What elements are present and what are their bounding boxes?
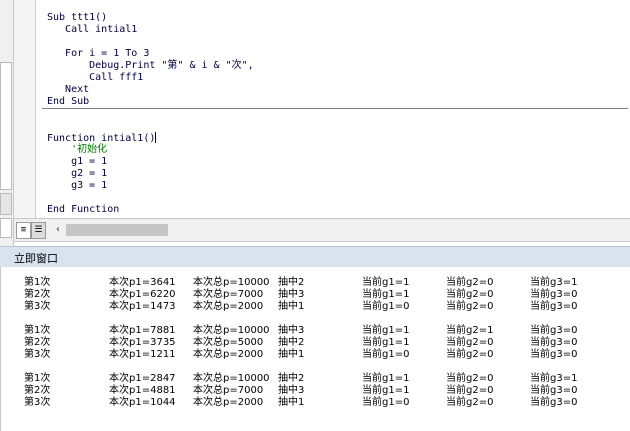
procedure-separator bbox=[42, 108, 628, 109]
immediate-output-cell: 第1次 bbox=[24, 373, 51, 384]
immediate-output-cell: 本次总p=2000 bbox=[193, 349, 264, 360]
immediate-output-cell: 当前g3=0 bbox=[530, 301, 578, 312]
code-line[interactable]: Debug.Print "第" & i & "次", bbox=[47, 60, 254, 72]
immediate-output-cell: 当前g1=1 bbox=[362, 325, 410, 336]
immediate-output-cell: 当前g1=1 bbox=[362, 337, 410, 348]
code-line[interactable]: End Function bbox=[47, 204, 119, 216]
immediate-output-cell: 本次总p=7000 bbox=[193, 385, 264, 396]
immediate-output-cell: 抽中1 bbox=[278, 397, 305, 408]
immediate-output-cell: 第3次 bbox=[24, 349, 51, 360]
immediate-window-title-bar[interactable]: 立即窗口 bbox=[0, 246, 630, 267]
immediate-output-cell: 本次总p=2000 bbox=[193, 397, 264, 408]
immediate-output-cell: 本次p1=4881 bbox=[109, 385, 176, 396]
immediate-output-cell: 第2次 bbox=[24, 289, 51, 300]
immediate-output-cell: 第2次 bbox=[24, 385, 51, 396]
immediate-output-cell: 本次p1=1044 bbox=[109, 397, 176, 408]
code-line[interactable]: Call intial1 bbox=[47, 24, 137, 36]
code-line[interactable]: g2 = 1 bbox=[47, 168, 107, 180]
immediate-output-cell: 当前g1=0 bbox=[362, 349, 410, 360]
immediate-output-cell: 当前g2=0 bbox=[446, 349, 494, 360]
immediate-window-output[interactable]: 第1次 本次p1=3641 本次总p=10000 抽中2 当前g1=1 当前g2=0 当前g… bbox=[0, 267, 630, 431]
immediate-output-cell: 当前g3=0 bbox=[530, 325, 578, 336]
immediate-output-cell: 本次总p=2000 bbox=[193, 301, 264, 312]
immediate-output-cell: 当前g1=0 bbox=[362, 301, 410, 312]
immediate-output-cell: 当前g3=0 bbox=[530, 337, 578, 348]
immediate-output-cell: 当前g3=0 bbox=[530, 349, 578, 360]
immediate-output-cell: 本次总p=5000 bbox=[193, 337, 264, 348]
immediate-output-cell: 第3次 bbox=[24, 397, 51, 408]
immediate-output-cell: 当前g3=0 bbox=[530, 289, 578, 300]
code-margin-indicator-bar[interactable] bbox=[14, 0, 36, 218]
project-pane-scrollbar[interactable] bbox=[0, 193, 12, 215]
project-pane-control[interactable] bbox=[0, 218, 12, 238]
code-line[interactable]: For i = 1 To 3 bbox=[47, 48, 149, 60]
immediate-output-cell: 当前g2=1 bbox=[446, 325, 494, 336]
immediate-output-cell: 当前g3=1 bbox=[530, 373, 578, 384]
immediate-output-cell: 抽中3 bbox=[278, 385, 305, 396]
immediate-output-cell: 抽中1 bbox=[278, 301, 305, 312]
project-pane-edge bbox=[0, 0, 14, 246]
immediate-output-cell: 当前g2=0 bbox=[446, 289, 494, 300]
editor-bottom-bar: ≡ ☰ ‹ bbox=[14, 218, 630, 242]
immediate-output-cell: 抽中2 bbox=[278, 277, 305, 288]
immediate-output-cell: 第3次 bbox=[24, 301, 51, 312]
immediate-output-cell: 抽中3 bbox=[278, 289, 305, 300]
immediate-output-cell: 第2次 bbox=[24, 337, 51, 348]
text-cursor bbox=[155, 132, 157, 143]
code-line[interactable]: Sub ttt1() bbox=[47, 12, 107, 24]
chevron-left-icon[interactable]: ‹ bbox=[52, 223, 64, 237]
immediate-output-cell: 当前g1=1 bbox=[362, 385, 410, 396]
immediate-output-cell: 当前g3=1 bbox=[530, 277, 578, 288]
code-line-text: Function intial1() bbox=[47, 133, 156, 144]
code-line[interactable]: Next bbox=[47, 84, 89, 96]
immediate-output-cell: 本次p1=7881 bbox=[109, 325, 176, 336]
immediate-output-cell: 当前g1=1 bbox=[362, 289, 410, 300]
immediate-output-cell: 抽中2 bbox=[278, 373, 305, 384]
immediate-output-cell: 本次p1=3735 bbox=[109, 337, 176, 348]
immediate-output-cell: 当前g2=0 bbox=[446, 277, 494, 288]
immediate-output-cell: 本次总p=10000 bbox=[193, 277, 270, 288]
immediate-output-cell: 本次总p=10000 bbox=[193, 373, 270, 384]
project-pane-panel[interactable] bbox=[0, 62, 12, 190]
immediate-output-cell: 本次总p=10000 bbox=[193, 325, 270, 336]
code-line[interactable]: End Sub bbox=[47, 96, 89, 108]
full-module-view-icon[interactable]: ☰ bbox=[31, 222, 46, 239]
code-line[interactable]: g3 = 1 bbox=[47, 180, 107, 192]
immediate-output-cell: 本次p1=6220 bbox=[109, 289, 176, 300]
immediate-output-cell: 本次p1=1473 bbox=[109, 301, 176, 312]
immediate-output-cell: 第1次 bbox=[24, 277, 51, 288]
immediate-output-cell: 当前g2=0 bbox=[446, 301, 494, 312]
immediate-output-cell: 抽中1 bbox=[278, 349, 305, 360]
immediate-output-cell: 第1次 bbox=[24, 325, 51, 336]
immediate-output-cell: 抽中3 bbox=[278, 325, 305, 336]
immediate-output-cell: 当前g3=0 bbox=[530, 397, 578, 408]
immediate-output-cell: 当前g2=0 bbox=[446, 397, 494, 408]
immediate-output-cell: 本次p1=1211 bbox=[109, 349, 176, 360]
code-line[interactable]: g1 = 1 bbox=[47, 156, 107, 168]
code-comment-line[interactable]: '初始化 bbox=[47, 144, 107, 156]
immediate-output-cell: 当前g1=0 bbox=[362, 397, 410, 408]
immediate-output-cell: 当前g1=1 bbox=[362, 277, 410, 288]
immediate-output-cell: 当前g2=0 bbox=[446, 385, 494, 396]
horizontal-scrollbar[interactable] bbox=[66, 223, 626, 237]
immediate-output-cell: 本次总p=7000 bbox=[193, 289, 264, 300]
procedure-view-icon[interactable]: ≡ bbox=[16, 222, 31, 239]
immediate-output-cell: 本次p1=2847 bbox=[109, 373, 176, 384]
immediate-window-title: 立即窗口 bbox=[14, 252, 58, 265]
horizontal-scrollbar-thumb[interactable] bbox=[66, 224, 168, 236]
immediate-output-cell: 本次p1=3641 bbox=[109, 277, 176, 288]
immediate-output-cell: 当前g3=0 bbox=[530, 385, 578, 396]
immediate-output-cell: 当前g1=1 bbox=[362, 373, 410, 384]
immediate-output-cell: 当前g2=0 bbox=[446, 373, 494, 384]
code-line[interactable]: Call fff1 bbox=[47, 72, 143, 84]
immediate-output-cell: 当前g2=0 bbox=[446, 337, 494, 348]
immediate-output-cell: 抽中2 bbox=[278, 337, 305, 348]
